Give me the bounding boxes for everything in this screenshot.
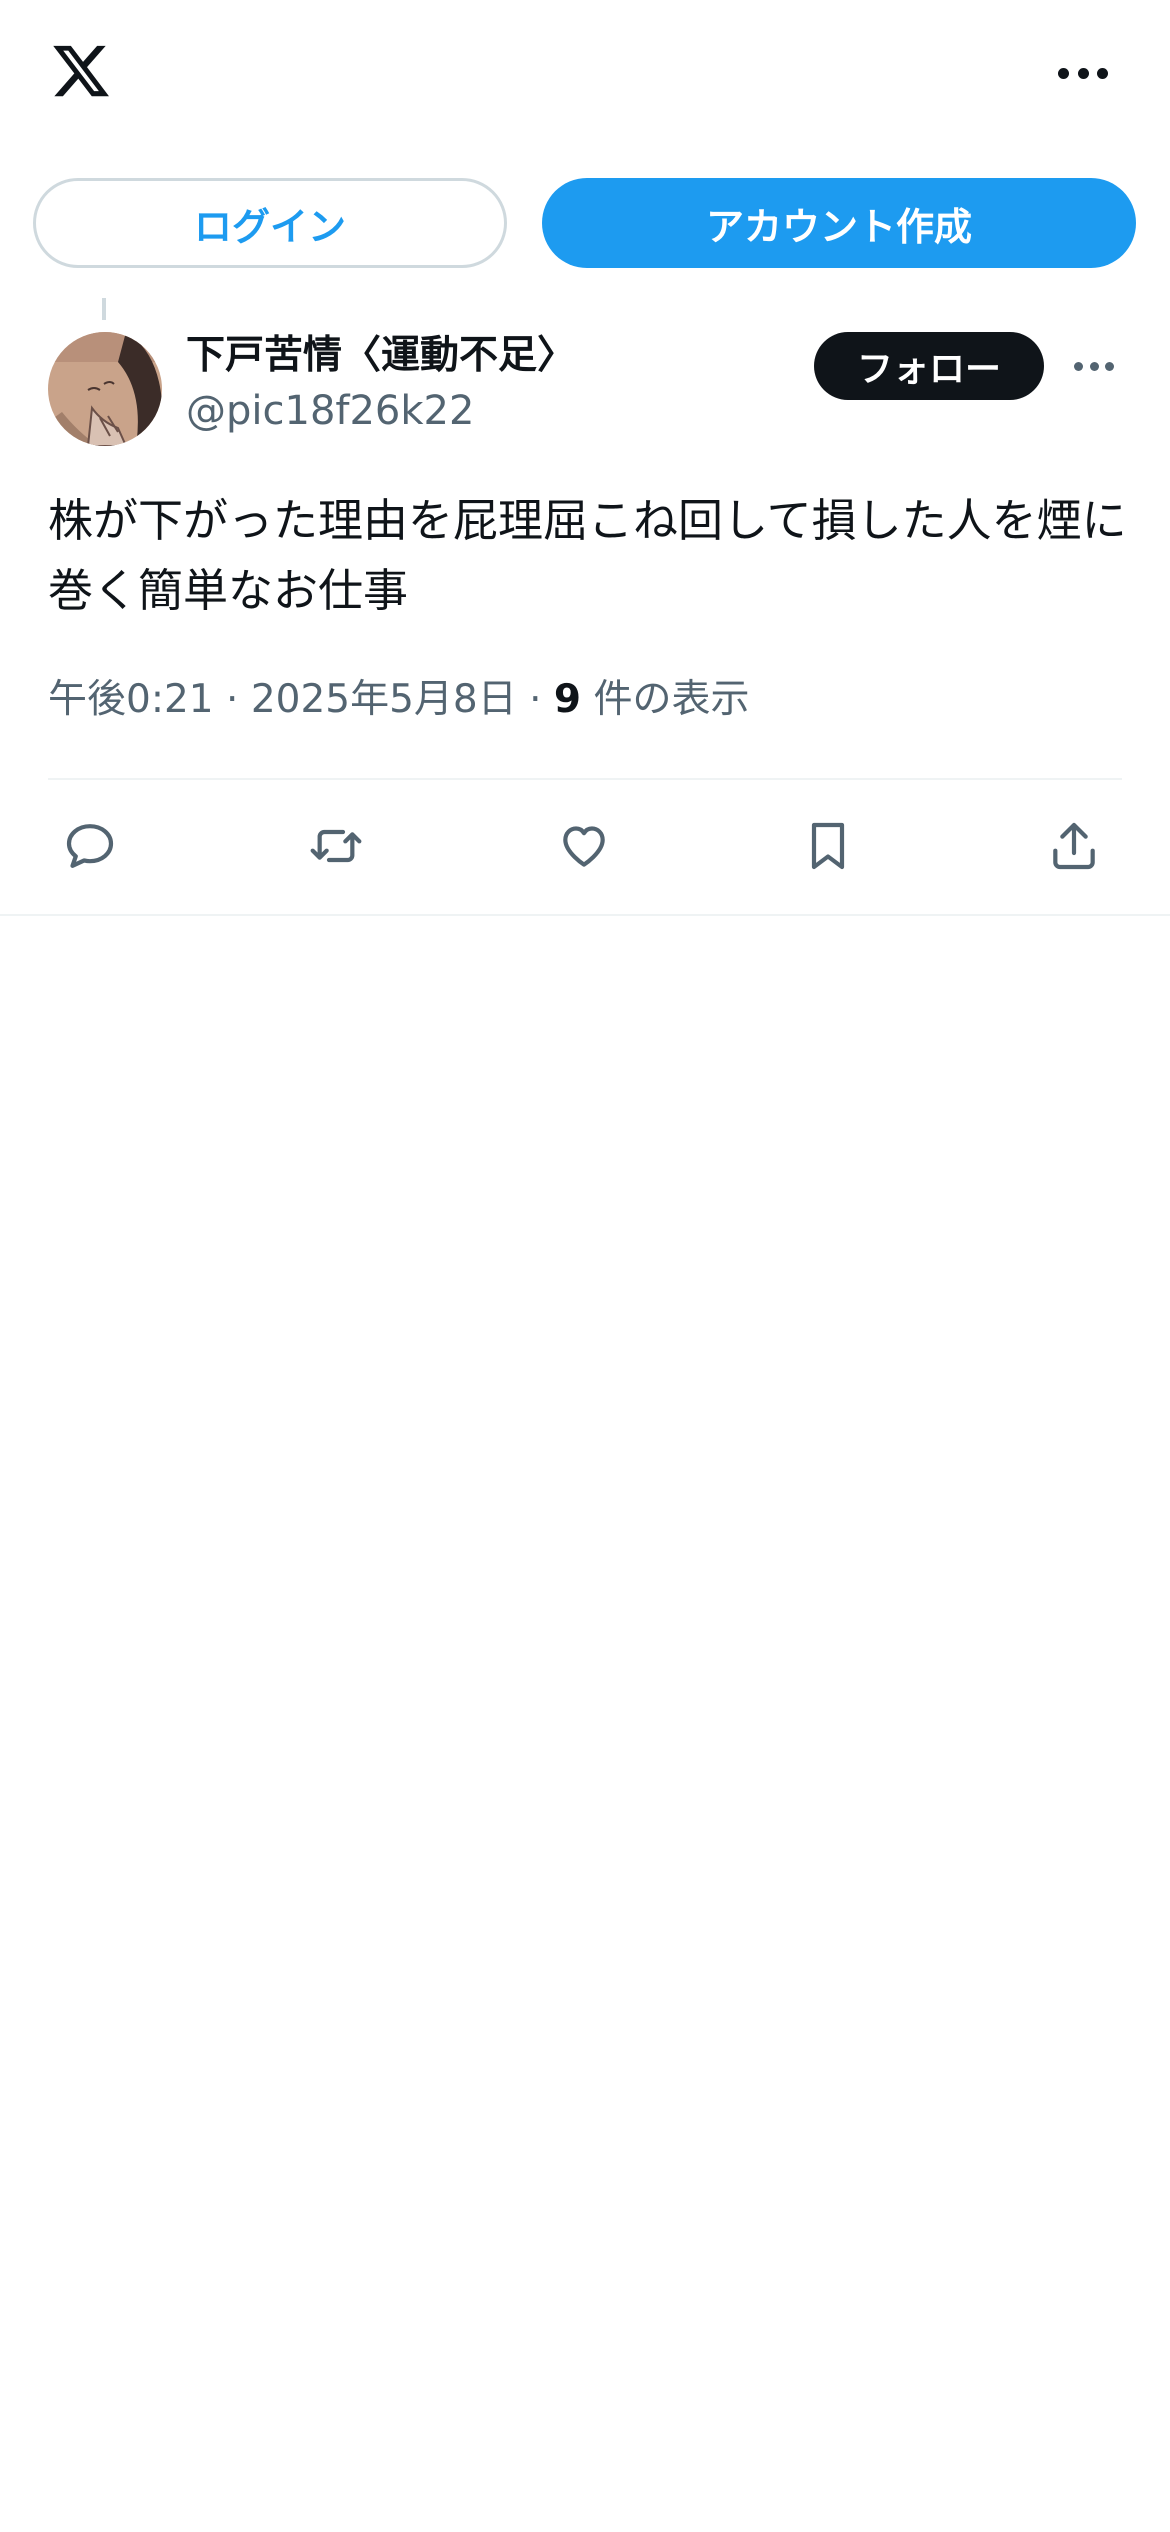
- bookmark-button[interactable]: [792, 810, 864, 882]
- reply-button[interactable]: [54, 810, 126, 882]
- thread-connector: [102, 298, 106, 320]
- top-bar: [0, 0, 1170, 160]
- retweet-button[interactable]: [300, 810, 372, 882]
- x-logo-icon[interactable]: [48, 40, 114, 102]
- share-button[interactable]: [1038, 810, 1110, 882]
- tweet-time[interactable]: 午後0:21: [48, 677, 214, 722]
- heart-icon: [563, 826, 605, 867]
- reply-icon: [66, 824, 114, 868]
- views-label: 件の表示: [593, 677, 750, 722]
- user-handle[interactable]: @pic18f26k22: [186, 388, 474, 434]
- auth-buttons: ログイン アカウント作成: [0, 178, 1170, 270]
- tweet-meta: 午後0:21 · 2025年5月8日 · 9 件の表示: [48, 668, 749, 724]
- dot: [1097, 67, 1108, 79]
- dot: [1077, 67, 1089, 79]
- tweet-text: 株が下がった理由を屁理屈こね回して損した人を煙に巻く簡単なお仕事: [48, 494, 1127, 617]
- divider: [0, 914, 1170, 916]
- tweet-actions: [0, 810, 1170, 890]
- dot: [1089, 361, 1099, 371]
- tweet-more-icon[interactable]: [1074, 361, 1114, 371]
- separator: ·: [226, 677, 239, 722]
- divider: [48, 778, 1122, 780]
- page: ログイン アカウント作成 下戸苦情〈運動不足〉 @pic18f26k22 フォロ…: [0, 0, 1170, 2532]
- avatar[interactable]: [48, 332, 162, 446]
- more-horizontal-icon[interactable]: [1058, 66, 1108, 80]
- display-name[interactable]: 下戸苦情〈運動不足〉: [186, 324, 576, 380]
- tweet-date[interactable]: 2025年5月8日: [251, 677, 517, 722]
- share-icon: [1053, 822, 1095, 870]
- bookmark-icon: [811, 822, 845, 870]
- views-count: 9: [553, 677, 582, 722]
- dot: [1074, 361, 1083, 371]
- signup-button[interactable]: アカウント作成: [542, 178, 1136, 268]
- retweet-icon: [310, 829, 362, 863]
- like-button[interactable]: [548, 810, 620, 882]
- dot: [1058, 67, 1069, 79]
- avatar-image: [48, 332, 162, 446]
- login-button[interactable]: ログイン: [33, 178, 507, 268]
- separator: ·: [529, 677, 542, 722]
- dot: [1105, 361, 1114, 371]
- follow-button[interactable]: フォロー: [814, 332, 1044, 400]
